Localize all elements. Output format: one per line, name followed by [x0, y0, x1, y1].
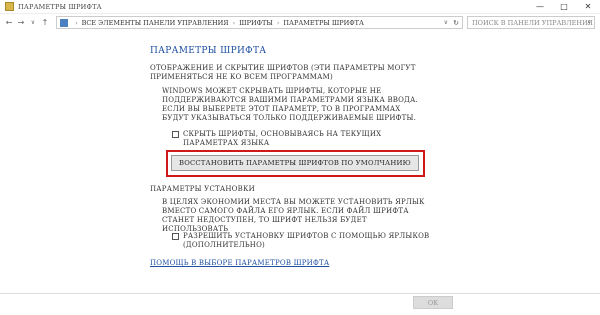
hide-fonts-option[interactable]: СКРЫТЬ ШРИФТЫ, ОСНОВЫВАЯСЬ НА ТЕКУЩИХ ПА…	[172, 130, 434, 148]
search-input[interactable]: ПОИСК В ПАНЕЛИ УПРАВЛЕНИЯ ⌕	[467, 16, 595, 29]
allow-shortcuts-option[interactable]: РАЗРЕШИТЬ УСТАНОВКУ ШРИФТОВ С ПОМОЩЬЮ ЯР…	[172, 232, 432, 250]
recent-chevron-icon[interactable]: ∨	[27, 17, 39, 29]
breadcrumb-separator-icon: ›	[232, 18, 236, 27]
back-arrow-icon[interactable]: ←	[3, 17, 15, 29]
breadcrumb-separator-icon: ›	[276, 18, 280, 27]
title-bar: ПАРАМЕТРЫ ШРИФТА — □ ✕	[0, 0, 600, 14]
refresh-icon[interactable]: ↻	[453, 19, 459, 27]
search-placeholder: ПОИСК В ПАНЕЛИ УПРАВЛЕНИЯ	[472, 18, 593, 27]
address-bar: ← → ∨ ↑ › ВСЕ ЭЛЕМЕНТЫ ПАНЕЛИ УПРАВЛЕНИЯ…	[0, 15, 600, 30]
help-link[interactable]: ПОМОЩЬ В ВЫБОРЕ ПАРАМЕТРОВ ШРИФТА	[150, 259, 329, 267]
breadcrumb-item-fonts[interactable]: ШРИФТЫ	[239, 19, 273, 27]
page-title: ПАРАМЕТРЫ ШРИФТА	[150, 46, 267, 56]
breadcrumb[interactable]: › ВСЕ ЭЛЕМЕНТЫ ПАНЕЛИ УПРАВЛЕНИЯ › ШРИФТ…	[56, 16, 463, 29]
section-install-title: ПАРАМЕТРЫ УСТАНОВКИ	[150, 185, 255, 193]
section-display-title: ОТОБРАЖЕНИЕ И СКРЫТИЕ ШРИФТОВ (ЭТИ ПАРАМ…	[150, 64, 416, 81]
forward-arrow-icon[interactable]: →	[15, 17, 27, 29]
breadcrumb-item-font-settings[interactable]: ПАРАМЕТРЫ ШРИФТА	[283, 19, 364, 27]
close-button[interactable]: ✕	[576, 0, 600, 14]
breadcrumb-item-all-items[interactable]: ВСЕ ЭЛЕМЕНТЫ ПАНЕЛИ УПРАВЛЕНИЯ	[82, 19, 229, 27]
section-display-description: WINDOWS МОЖЕТ СКРЫВАТЬ ШРИФТЫ, КОТОРЫЕ Н…	[162, 87, 418, 122]
breadcrumb-separator-icon: ›	[75, 18, 78, 27]
path-dropdown-icon[interactable]: ∨	[444, 19, 448, 26]
fonts-app-icon	[5, 2, 14, 11]
window-title: ПАРАМЕТРЫ ШРИФТА	[18, 2, 102, 11]
hide-fonts-checkbox[interactable]	[172, 131, 179, 138]
allow-shortcuts-checkbox[interactable]	[172, 233, 179, 240]
section-install-description: В ЦЕЛЯХ ЭКОНОМИИ МЕСТА ВЫ МОЖЕТЕ УСТАНОВ…	[162, 198, 425, 233]
hide-fonts-label[interactable]: СКРЫТЬ ШРИФТЫ, ОСНОВЫВАЯСЬ НА ТЕКУЩИХ ПА…	[183, 130, 434, 148]
search-icon: ⌕	[587, 18, 591, 26]
up-arrow-icon[interactable]: ↑	[39, 17, 51, 29]
minimize-button[interactable]: —	[528, 0, 552, 14]
ok-button[interactable]: ОК	[413, 296, 453, 309]
control-panel-icon	[60, 18, 68, 27]
content-area: ПАРАМЕТРЫ ШРИФТА ОТОБРАЖЕНИЕ И СКРЫТИЕ Ш…	[0, 30, 600, 315]
footer-divider	[0, 293, 600, 294]
maximize-button[interactable]: □	[552, 0, 576, 14]
allow-shortcuts-label[interactable]: РАЗРЕШИТЬ УСТАНОВКУ ШРИФТОВ С ПОМОЩЬЮ ЯР…	[183, 232, 432, 250]
restore-defaults-button[interactable]: ВОССТАНОВИТЬ ПАРАМЕТРЫ ШРИФТОВ ПО УМОЛЧА…	[171, 155, 419, 171]
